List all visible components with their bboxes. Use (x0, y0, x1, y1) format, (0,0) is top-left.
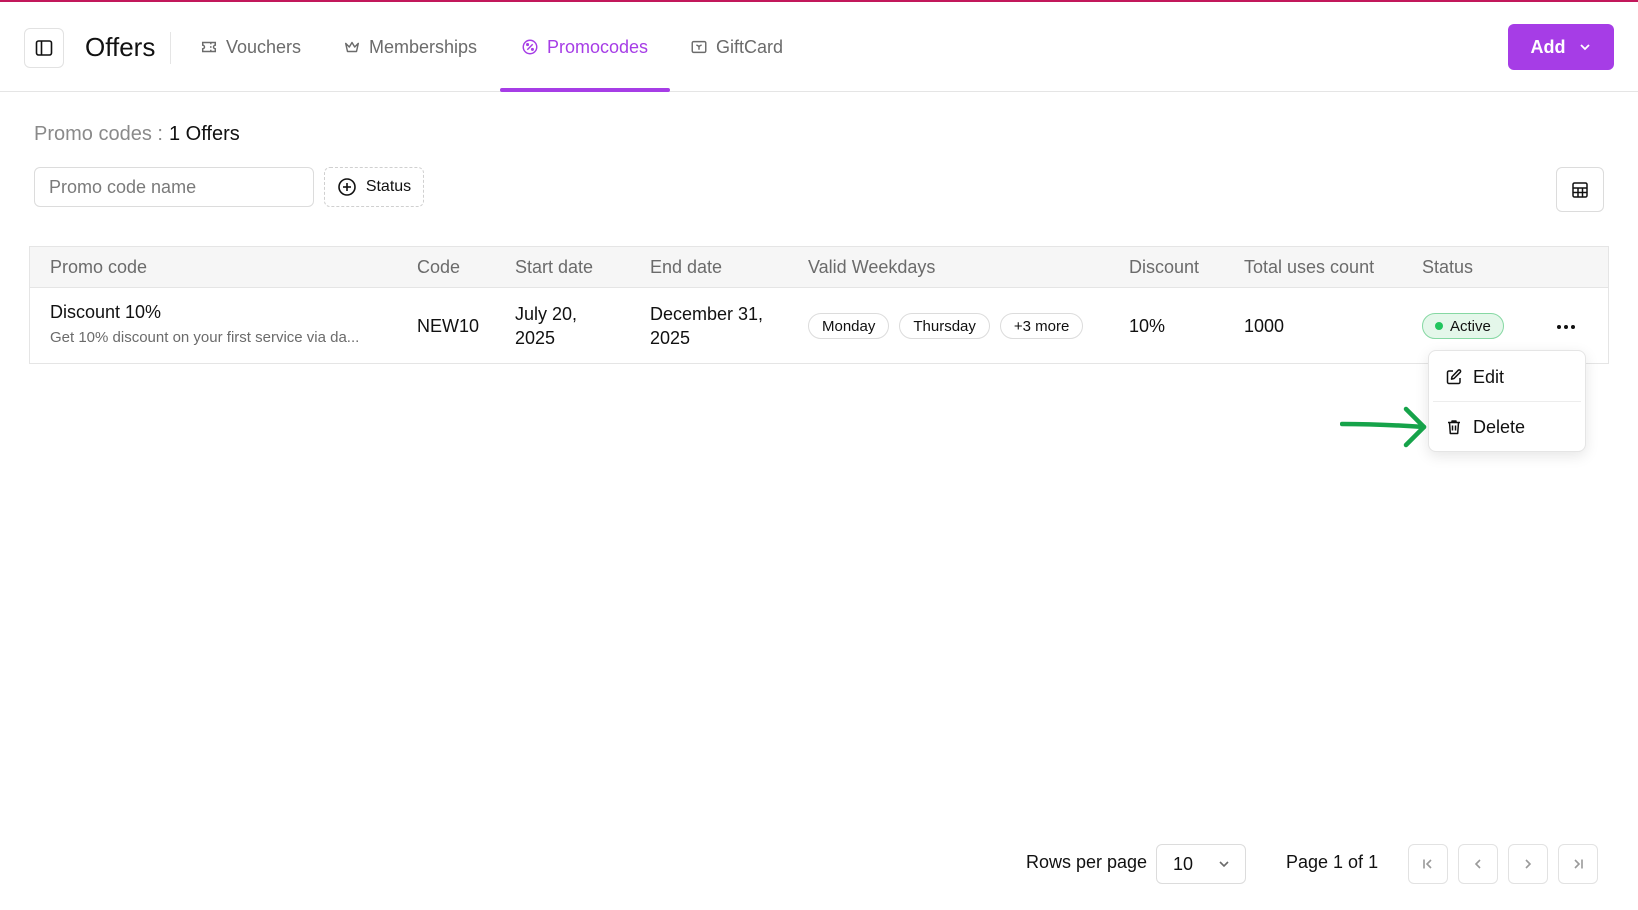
column-header-valid-weekdays: Valid Weekdays (808, 257, 936, 277)
menu-item-label: Edit (1473, 366, 1505, 387)
next-page-button[interactable] (1508, 844, 1548, 884)
status-filter-button[interactable]: Status (324, 167, 424, 207)
chevron-down-icon (1219, 861, 1229, 868)
status-filter-label: Status (365, 178, 412, 195)
promo-code-value: NEW10 (417, 315, 480, 336)
status-badge: Active (1422, 313, 1504, 339)
menu-divider (1433, 401, 1581, 402)
gift-card-icon (691, 40, 707, 54)
column-header-end-date: End date (650, 257, 723, 277)
offers-summary: Promo codes :1 Offers (34, 123, 240, 146)
weekday-chip: Thursday (899, 313, 990, 339)
more-horizontal-icon (1557, 325, 1575, 329)
tab-label: Promocodes (547, 36, 649, 57)
plus-circle-icon (338, 178, 356, 196)
page-indicator: Page 1 of 1 (1286, 852, 1379, 872)
tab-label: Memberships (369, 36, 478, 57)
end-date: December 31, 2025 (650, 288, 763, 364)
table-icon (1572, 181, 1588, 198)
promo-description: Get 10% discount on your first service v… (50, 329, 360, 346)
page-title: Offers (85, 32, 156, 62)
start-date-line1: July 20, (515, 304, 578, 324)
last-page-button[interactable] (1558, 844, 1598, 884)
start-date: July 20, 2025 (515, 288, 577, 364)
promo-codes-table: Promo code Code Start date End date Vali… (29, 246, 1609, 364)
promo-name: Discount 10% (50, 302, 162, 322)
summary-count: 1 Offers (168, 123, 240, 145)
weekday-chip: Monday (808, 313, 890, 339)
ticket-icon (201, 41, 217, 53)
rows-per-page-label: Rows per page (1026, 852, 1148, 872)
table-columns-button[interactable] (1556, 167, 1604, 212)
summary-label: Promo codes : (34, 123, 163, 145)
tab-label: GiftCard (716, 36, 784, 57)
column-header-start-date: Start date (515, 257, 594, 277)
total-uses-value: 1000 (1244, 315, 1285, 336)
chevron-left-icon (1474, 859, 1481, 869)
active-tab-indicator (500, 88, 670, 92)
tab-memberships[interactable]: Memberships (343, 2, 477, 92)
column-header-discount: Discount (1129, 257, 1200, 277)
status-label: Active (1450, 317, 1491, 335)
column-header-total-uses: Total uses count (1244, 257, 1375, 277)
end-date-line2: 2025 (650, 328, 691, 348)
add-button-label: Add (1530, 36, 1566, 57)
column-header-code: Code (417, 257, 461, 277)
tab-giftcard[interactable]: GiftCard (690, 2, 783, 92)
start-date-line2: 2025 (515, 328, 556, 348)
rows-per-page-value: 10 (1173, 853, 1194, 874)
first-page-button[interactable] (1408, 844, 1448, 884)
promo-code-search-input[interactable] (34, 167, 314, 207)
tab-label: Vouchers (226, 36, 302, 57)
sidebar-toggle-button[interactable] (24, 28, 64, 68)
menu-item-edit[interactable]: Edit (1429, 354, 1585, 400)
column-header-status: Status (1422, 257, 1474, 277)
tab-promocodes[interactable]: Promocodes (521, 2, 648, 92)
chevron-down-icon (1579, 44, 1590, 51)
sidebar-icon (35, 40, 53, 56)
more-weekdays-chip[interactable]: +3 more (999, 313, 1084, 339)
add-button[interactable]: Add (1508, 24, 1614, 70)
badge-percent-icon (522, 39, 538, 55)
chevron-right-icon (1525, 859, 1532, 869)
annotation-arrow-icon (1340, 406, 1427, 448)
row-actions-button[interactable] (1550, 315, 1582, 339)
status-dot-icon (1435, 322, 1443, 330)
crown-icon (344, 41, 360, 53)
table-header: Promo code Code Start date End date Vali… (30, 247, 1608, 288)
tab-vouchers[interactable]: Vouchers (200, 2, 301, 92)
menu-item-delete[interactable]: Delete (1429, 404, 1585, 450)
row-actions-menu: Edit Delete (1428, 350, 1586, 452)
trash-icon (1448, 420, 1460, 435)
column-header-promo-code: Promo code (50, 257, 148, 277)
valid-weekdays: Monday Thursday +3 more (808, 288, 1093, 364)
end-date-line1: December 31, (650, 304, 764, 324)
discount-value: 10% (1129, 315, 1166, 336)
previous-page-button[interactable] (1458, 844, 1498, 884)
divider (170, 32, 171, 64)
chevrons-last-icon (1574, 859, 1583, 869)
rows-per-page-select[interactable]: 10 (1156, 844, 1246, 884)
menu-item-label: Delete (1473, 416, 1526, 437)
edit-icon (1446, 369, 1462, 385)
header: Offers Vouchers Memberships Promocodes G… (0, 2, 1638, 92)
chevrons-first-icon (1423, 859, 1432, 869)
